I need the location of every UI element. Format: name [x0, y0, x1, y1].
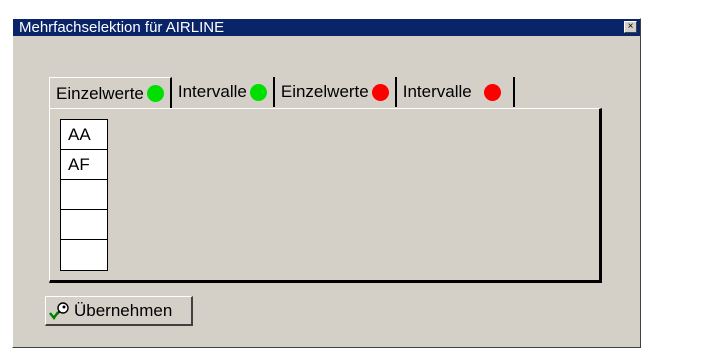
- value-cell[interactable]: [61, 210, 107, 240]
- window-title: Mehrfachselektion für AIRLINE: [19, 19, 225, 36]
- tab-intervals-include[interactable]: Intervalle: [171, 77, 275, 107]
- green-status-icon: [249, 83, 267, 101]
- tab-single-values-include[interactable]: Einzelwerte: [49, 77, 172, 109]
- close-button[interactable]: ×: [624, 21, 637, 33]
- red-status-icon: [483, 83, 501, 101]
- values-table: AA AF: [60, 119, 108, 271]
- green-status-icon: [146, 85, 164, 102]
- value-cell[interactable]: AF: [61, 150, 107, 180]
- title-bar[interactable]: Mehrfachselektion für AIRLINE ×: [13, 19, 640, 36]
- tab-panel: AA AF: [49, 108, 602, 283]
- apply-button[interactable]: Übernehmen: [45, 296, 193, 326]
- tab-single-values-exclude[interactable]: Einzelwerte: [274, 77, 397, 107]
- tab-strip: Einzelwerte Intervalle Einzelwerte Inter…: [49, 77, 515, 109]
- tab-label: Intervalle: [177, 82, 247, 101]
- selection-dialog: Mehrfachselektion für AIRLINE × Einzelwe…: [12, 18, 641, 348]
- tab-label: Einzelwerte: [56, 83, 144, 103]
- red-status-icon: [371, 83, 389, 101]
- tab-intervals-exclude[interactable]: Intervalle: [396, 77, 515, 107]
- value-cell[interactable]: [61, 240, 107, 270]
- close-icon: ×: [627, 21, 634, 32]
- value-cell[interactable]: AA: [61, 120, 107, 150]
- key-check-icon: [49, 301, 69, 320]
- tab-label: Intervalle: [402, 82, 472, 101]
- apply-button-label: Übernehmen: [74, 300, 173, 320]
- tab-label: Einzelwerte: [280, 82, 369, 101]
- value-cell[interactable]: [61, 180, 107, 210]
